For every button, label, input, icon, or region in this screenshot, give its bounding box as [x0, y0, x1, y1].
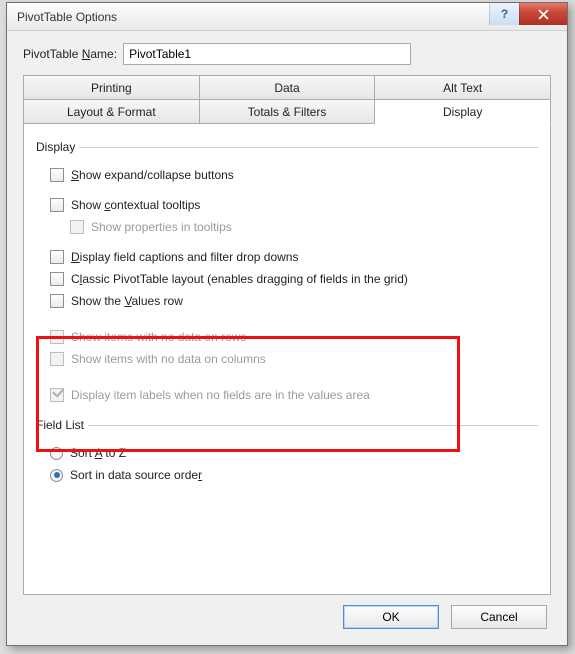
dialog-buttons: OK Cancel: [23, 595, 551, 635]
titlebar-controls: ?: [489, 3, 567, 25]
tab-panel-display: Display Show expand/collapse buttons Sho…: [23, 124, 551, 595]
checkbox-show-properties-tooltips: Show properties in tooltips: [38, 216, 536, 238]
checkbox-icon: [50, 272, 64, 286]
dialog-window: PivotTable Options ? PivotTable Name: Pr…: [6, 2, 568, 646]
tab-layout-format[interactable]: Layout & Format: [24, 100, 200, 124]
pivottable-name-label: PivotTable Name:: [23, 47, 117, 61]
checkbox-show-expand-collapse[interactable]: Show expand/collapse buttons: [38, 164, 536, 186]
checkbox-icon: [50, 294, 64, 308]
dialog-title: PivotTable Options: [17, 10, 117, 24]
radio-sort-a-to-z[interactable]: Sort A to Z: [38, 442, 536, 464]
group-field-list-legend: Field List: [36, 418, 88, 432]
tab-display[interactable]: Display: [375, 100, 551, 124]
checkbox-show-values-row[interactable]: Show the Values row: [38, 290, 536, 312]
checkbox-display-item-labels: Display item labels when no fields are i…: [38, 384, 536, 406]
tab-alt-text[interactable]: Alt Text: [375, 76, 551, 100]
tab-printing[interactable]: Printing: [24, 76, 200, 100]
checkbox-icon: [50, 330, 64, 344]
checkbox-classic-layout[interactable]: Classic PivotTable layout (enables dragg…: [38, 268, 536, 290]
checkbox-icon: [50, 198, 64, 212]
close-icon: [538, 9, 549, 20]
group-field-list: Field List Sort A to Z Sort in data sour…: [36, 418, 538, 490]
help-button[interactable]: ?: [489, 3, 519, 25]
checkbox-display-field-captions[interactable]: Display field captions and filter drop d…: [38, 246, 536, 268]
checkbox-no-data-rows: Show items with no data on rows: [38, 326, 536, 348]
checkbox-icon: [50, 250, 64, 264]
group-display-legend: Display: [36, 140, 79, 154]
checkbox-icon: [70, 220, 84, 234]
checkbox-show-contextual-tooltips[interactable]: Show contextual tooltips: [38, 194, 536, 216]
tab-strip: Printing Data Alt Text Layout & Format T…: [23, 75, 551, 124]
checkbox-no-data-columns: Show items with no data on columns: [38, 348, 536, 370]
close-button[interactable]: [519, 3, 567, 25]
cancel-button[interactable]: Cancel: [451, 605, 547, 629]
checkbox-icon: [50, 352, 64, 366]
radio-sort-data-source-order[interactable]: Sort in data source order: [38, 464, 536, 486]
radio-icon: [50, 447, 63, 460]
titlebar: PivotTable Options ?: [7, 3, 567, 31]
pivottable-name-row: PivotTable Name:: [23, 43, 551, 65]
tab-data[interactable]: Data: [200, 76, 376, 100]
ok-button[interactable]: OK: [343, 605, 439, 629]
checkbox-icon: [50, 168, 64, 182]
group-display: Display Show expand/collapse buttons Sho…: [36, 140, 538, 410]
radio-icon: [50, 469, 63, 482]
tab-totals-filters[interactable]: Totals & Filters: [200, 100, 376, 124]
dialog-content: PivotTable Name: Printing Data Alt Text …: [7, 31, 567, 645]
pivottable-name-input[interactable]: [123, 43, 411, 65]
checkbox-icon: [50, 388, 64, 402]
